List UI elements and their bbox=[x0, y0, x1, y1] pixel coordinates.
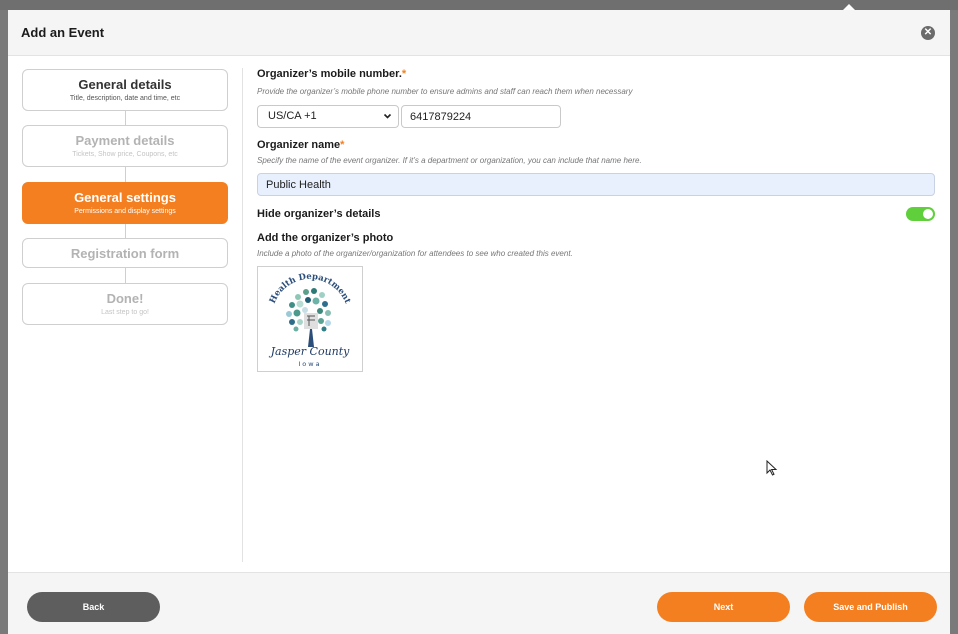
step-subtitle: Permissions and display settings bbox=[74, 208, 176, 215]
step-general-details[interactable]: General details Title, description, date… bbox=[22, 69, 228, 111]
step-connector bbox=[125, 224, 126, 238]
required-mark: * bbox=[401, 68, 407, 80]
step-title: General settings bbox=[74, 190, 176, 205]
step-title: Done! bbox=[106, 291, 144, 306]
mobile-label-text: Organizer’s mobile number. bbox=[257, 68, 402, 80]
organizer-name-help: Specify the name of the event organizer.… bbox=[257, 156, 642, 165]
browser-top-strip bbox=[0, 0, 958, 10]
step-connector bbox=[125, 268, 126, 283]
logo-bottom-text: Iowa bbox=[298, 360, 321, 368]
required-mark: * bbox=[340, 139, 345, 151]
organizer-name-input[interactable] bbox=[257, 173, 935, 196]
back-button[interactable]: Back bbox=[27, 592, 160, 622]
mobile-label: Organizer’s mobile number.* bbox=[257, 68, 406, 80]
step-title: Registration form bbox=[70, 246, 180, 261]
step-title: General details bbox=[78, 77, 172, 92]
step-connector bbox=[125, 111, 126, 125]
country-code-select[interactable]: US/CA +1 bbox=[257, 105, 399, 128]
organizer-name-label: Organizer name* bbox=[257, 139, 344, 151]
hide-details-toggle[interactable] bbox=[906, 207, 935, 221]
step-subtitle: Last step to go! bbox=[101, 309, 149, 316]
add-event-modal: Add an Event ✕ General details Title, de… bbox=[8, 10, 950, 634]
mouse-pointer-icon bbox=[766, 459, 778, 481]
step-registration-form[interactable]: Registration form bbox=[22, 238, 228, 268]
logo-script-text: Jasper County bbox=[269, 345, 351, 358]
health-department-logo: Health Department Jasper County Iowa bbox=[268, 272, 352, 368]
modal-title: Add an Event bbox=[21, 25, 105, 40]
close-icon[interactable]: ✕ bbox=[921, 26, 935, 40]
photo-help: Include a photo of the organizer/organiz… bbox=[257, 249, 573, 258]
organizer-photo[interactable]: Health Department Jasper County Iowa bbox=[257, 266, 363, 372]
step-title: Payment details bbox=[75, 133, 175, 148]
mobile-help: Provide the organizer’s mobile phone num… bbox=[257, 87, 633, 96]
toggle-knob bbox=[923, 209, 933, 219]
photo-label: Add the organizer’s photo bbox=[257, 232, 394, 244]
hide-details-label: Hide organizer’s details bbox=[257, 208, 381, 220]
step-done[interactable]: Done! Last step to go! bbox=[22, 283, 228, 325]
step-general-settings[interactable]: General settings Permissions and display… bbox=[22, 182, 228, 224]
step-connector bbox=[125, 167, 126, 182]
modal-header: Add an Event ✕ bbox=[8, 10, 950, 56]
panel-divider bbox=[242, 68, 243, 562]
next-button[interactable]: Next bbox=[657, 592, 790, 622]
country-code-value: US/CA +1 bbox=[268, 110, 317, 122]
phone-number-input[interactable] bbox=[401, 105, 561, 128]
modal-footer: Back Next Save and Publish bbox=[8, 572, 950, 634]
step-payment-details[interactable]: Payment details Tickets, Show price, Cou… bbox=[22, 125, 228, 167]
step-subtitle: Title, description, date and time, etc bbox=[69, 95, 181, 102]
organizer-name-label-text: Organizer name bbox=[257, 139, 341, 151]
chevron-down-icon bbox=[383, 106, 392, 135]
step-subtitle: Tickets, Show price, Coupons, etc bbox=[72, 151, 178, 158]
save-and-publish-button[interactable]: Save and Publish bbox=[804, 592, 937, 622]
